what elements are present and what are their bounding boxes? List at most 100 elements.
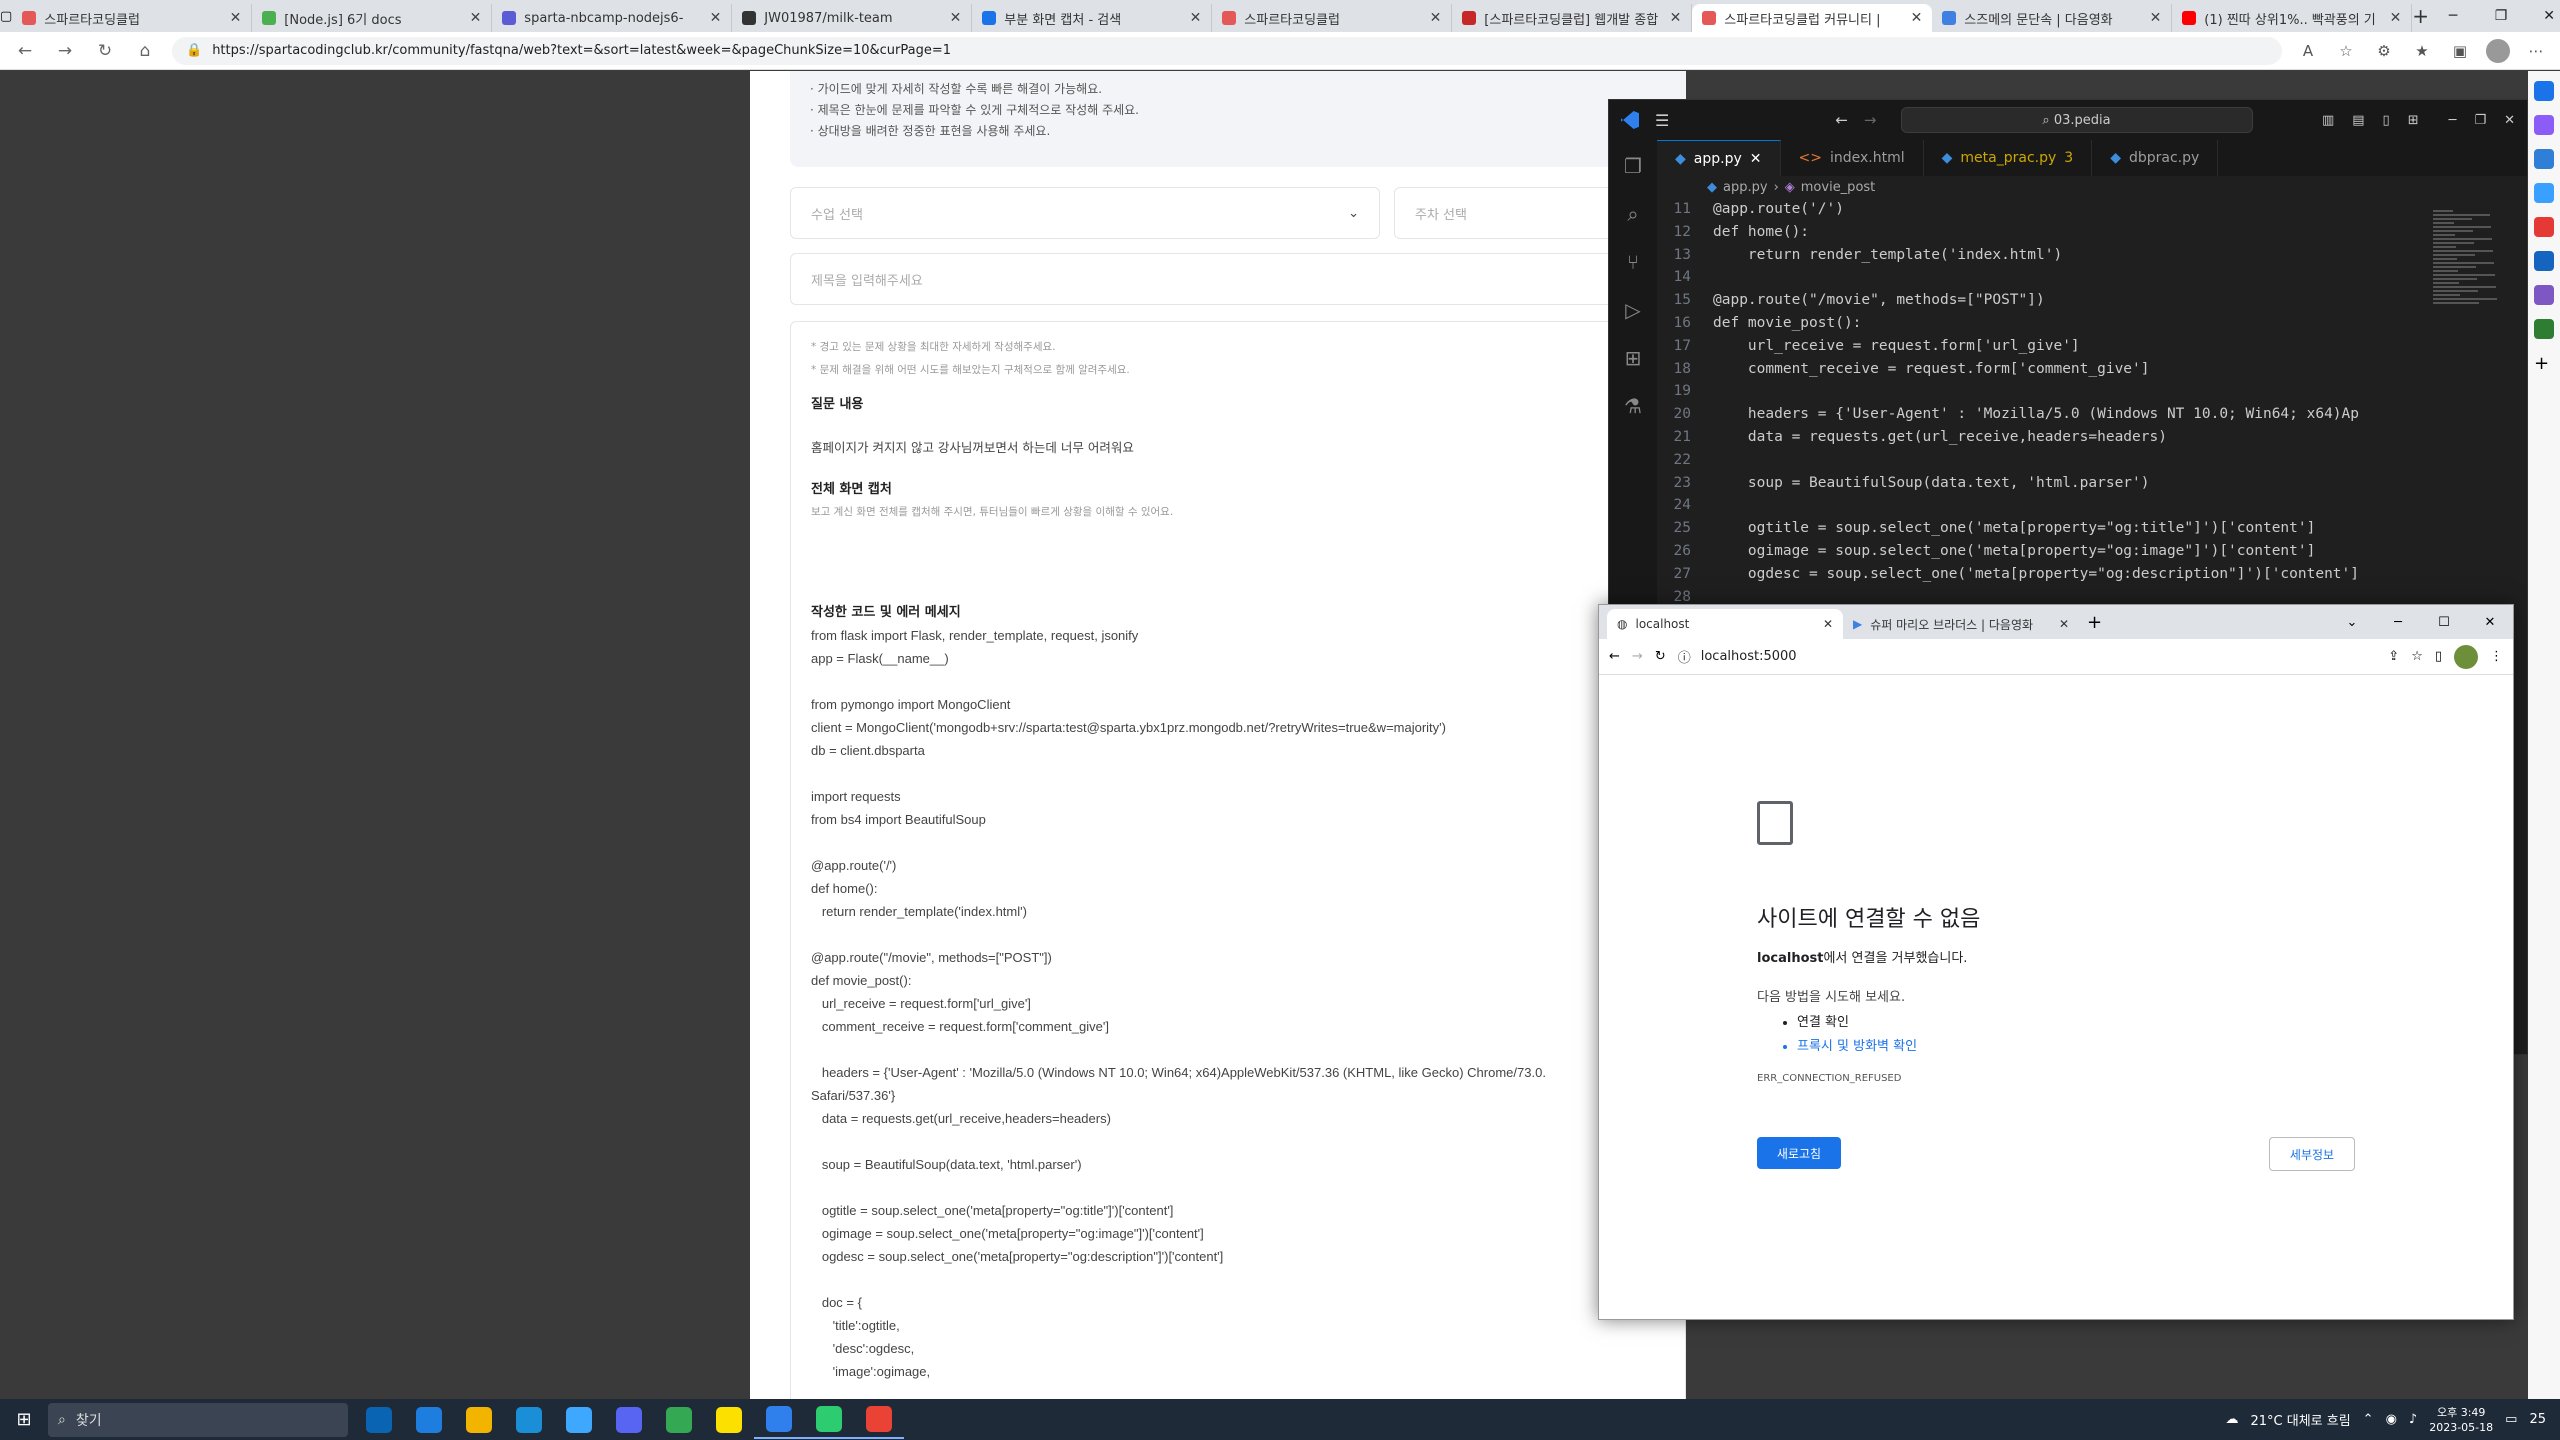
tab-actions-icon[interactable]: ▢ — [0, 0, 12, 32]
reload-button[interactable]: 새로고침 — [1757, 1137, 1841, 1169]
command-center[interactable]: ⌕ 03.pedia — [1900, 107, 2253, 133]
layout-icon[interactable]: ▥ — [2322, 113, 2334, 128]
taskbar-app-icon[interactable] — [454, 1401, 504, 1439]
editor-tab[interactable]: <> index.html — [1781, 140, 1924, 176]
close-tab-icon[interactable]: ✕ — [1190, 10, 1202, 26]
close-tab-icon[interactable]: ✕ — [950, 10, 962, 26]
read-aloud-icon[interactable]: A — [2296, 42, 2320, 60]
taskbar-app-icon[interactable] — [604, 1401, 654, 1439]
nav-back-icon[interactable]: ← — [1835, 111, 1848, 129]
tools-icon[interactable] — [2534, 183, 2554, 203]
search-icon[interactable]: ⌕ — [1627, 202, 1638, 226]
editor-tab[interactable]: ◆ dbprac.py — [2092, 140, 2219, 176]
tab-search-icon[interactable]: ⌄ — [2329, 615, 2375, 630]
minimize-icon[interactable]: ─ — [2449, 113, 2457, 128]
menu-icon[interactable]: ☰ — [1655, 111, 1669, 130]
profile-avatar[interactable] — [2486, 38, 2510, 63]
chrome-tab[interactable]: ◍ localhost ✕ — [1607, 609, 1843, 639]
browser-tab[interactable]: [스파르타코딩클럽] 웹개발 종합 ✕ — [1452, 4, 1693, 32]
restore-icon[interactable]: ❐ — [2474, 113, 2486, 128]
browser-tab[interactable]: 스파르타코딩클럽 커뮤니티 | ✕ — [1692, 4, 1933, 32]
taskbar-app-icon[interactable] — [754, 1401, 804, 1439]
reload-icon[interactable]: ↻ — [92, 41, 118, 61]
browser-tab[interactable]: [Node.js] 6기 docs ✕ — [252, 4, 493, 32]
more-icon[interactable]: ⋯ — [2524, 42, 2548, 60]
panel-icon[interactable]: ▤ — [2352, 113, 2364, 128]
side-panel-icon[interactable]: ▯ — [2435, 649, 2442, 664]
minimize-icon[interactable]: ─ — [2375, 615, 2421, 630]
taskbar-app-icon[interactable] — [654, 1401, 704, 1439]
taskbar-app-icon[interactable] — [404, 1401, 454, 1439]
share-icon[interactable]: ⇪ — [2388, 649, 2399, 664]
browser-tab[interactable]: 부분 화면 캡처 - 검색 ✕ — [972, 4, 1213, 32]
explorer-icon[interactable]: ❐ — [1624, 154, 1642, 178]
close-icon[interactable]: ✕ — [2525, 8, 2560, 24]
profile-avatar[interactable] — [2454, 644, 2478, 669]
close-tab-icon[interactable]: ✕ — [1670, 10, 1682, 26]
chevron-up-icon[interactable]: ⌃ — [2363, 1412, 2374, 1427]
close-tab-icon[interactable]: ✕ — [2150, 10, 2162, 26]
close-tab-icon[interactable]: ✕ — [1823, 617, 1833, 631]
office-icon[interactable] — [2534, 217, 2554, 237]
sidebar-icon[interactable]: ▯ — [2383, 113, 2390, 128]
favorite-star-icon[interactable]: ☆ — [2334, 42, 2358, 60]
close-tab-icon[interactable]: ✕ — [710, 10, 722, 26]
browser-tab[interactable]: sparta-nbcamp-nodejs6- ✕ — [492, 4, 733, 32]
breadcrumb-file[interactable]: app.py — [1723, 180, 1768, 195]
windows-start-icon[interactable]: ⊞ — [0, 1409, 48, 1430]
class-select[interactable]: 수업 선택 ⌄ — [790, 187, 1380, 239]
shopping-icon[interactable] — [2534, 149, 2554, 169]
editor-tab[interactable]: ◆ meta_prac.py 3 — [1924, 140, 2093, 176]
browser-tab[interactable]: JW01987/milk-team ✕ — [732, 4, 973, 32]
extensions-icon[interactable]: ⚙ — [2372, 42, 2396, 60]
breadcrumb-symbol[interactable]: movie_post — [1801, 180, 1876, 195]
taskbar-app-icon[interactable] — [554, 1401, 604, 1439]
copilot-icon[interactable] — [2534, 115, 2554, 135]
more-icon[interactable]: ⋮ — [2490, 649, 2503, 664]
taskbar-app-icon[interactable] — [804, 1401, 854, 1439]
maximize-icon[interactable]: ☐ — [2421, 615, 2467, 630]
details-button[interactable]: 세부정보 — [2269, 1137, 2355, 1171]
taskbar-app-icon[interactable] — [354, 1401, 404, 1439]
bookmark-star-icon[interactable]: ☆ — [2411, 649, 2423, 664]
weather-text[interactable]: 21°C 대체로 흐림 — [2250, 1410, 2350, 1429]
notification-icon[interactable]: ▭ — [2505, 1412, 2517, 1427]
suggestion-link[interactable]: 프록시 및 방화벽 확인 — [1797, 1035, 2397, 1059]
question-editor[interactable]: * 경고 있는 문제 상황을 최대한 자세하게 작성해주세요. * 문제 해결을… — [790, 321, 1686, 1399]
home-icon[interactable]: ⌂ — [132, 41, 158, 61]
close-tab-icon[interactable]: ✕ — [470, 10, 482, 26]
chrome-address-bar[interactable]: ⓘ localhost:5000 — [1678, 647, 2377, 666]
testing-icon[interactable]: ⚗ — [1624, 394, 1642, 418]
editor-tab[interactable]: ◆ app.py ✕ — [1657, 140, 1781, 176]
favorites-icon[interactable]: ★ — [2410, 42, 2434, 60]
volume-icon[interactable]: ♪ — [2409, 1412, 2417, 1427]
back-icon[interactable]: ← — [12, 41, 38, 61]
minimize-icon[interactable]: ─ — [2429, 8, 2477, 24]
minimap[interactable] — [2433, 208, 2513, 328]
new-tab-button[interactable]: + — [2412, 4, 2429, 28]
taskbar-search[interactable]: ⌕ 찾기 — [48, 1402, 348, 1437]
reload-icon[interactable]: ↻ — [1655, 649, 1666, 664]
browser-tab[interactable]: 스파르타코딩클럽 ✕ — [12, 4, 253, 32]
collections-icon[interactable]: ▣ — [2448, 42, 2472, 60]
close-tab-icon[interactable]: ✕ — [1911, 10, 1923, 26]
new-tab-icon[interactable]: + — [2087, 612, 2102, 633]
browser-tab[interactable]: (1) 찐따 상위1%.. 빡곽풍의 기 ✕ — [2172, 4, 2413, 32]
close-icon[interactable]: ✕ — [2504, 113, 2515, 128]
forward-icon[interactable]: → — [1632, 649, 1643, 664]
close-tab-icon[interactable]: ✕ — [1430, 10, 1442, 26]
source-control-icon[interactable]: ⑂ — [1627, 250, 1639, 274]
outlook-icon[interactable] — [2534, 251, 2554, 271]
address-bar[interactable]: 🔒 https://spartacodingclub.kr/community/… — [172, 36, 2282, 65]
run-debug-icon[interactable]: ▷ — [1625, 298, 1640, 322]
customize-layout-icon[interactable]: ⊞ — [2408, 113, 2419, 128]
clock[interactable]: 오후 3:49 2023-05-18 — [2429, 1405, 2493, 1435]
games-icon[interactable] — [2534, 319, 2554, 339]
browser-tab[interactable]: 스파르타코딩클럽 ✕ — [1212, 4, 1453, 32]
title-input[interactable]: 제목을 입력해주세요 — [790, 253, 1686, 305]
forward-icon[interactable]: → — [52, 41, 78, 61]
close-icon[interactable]: ✕ — [2467, 615, 2513, 630]
close-tab-icon[interactable]: ✕ — [230, 10, 242, 26]
network-icon[interactable]: ◉ — [2386, 1412, 2397, 1427]
back-icon[interactable]: ← — [1609, 649, 1620, 664]
